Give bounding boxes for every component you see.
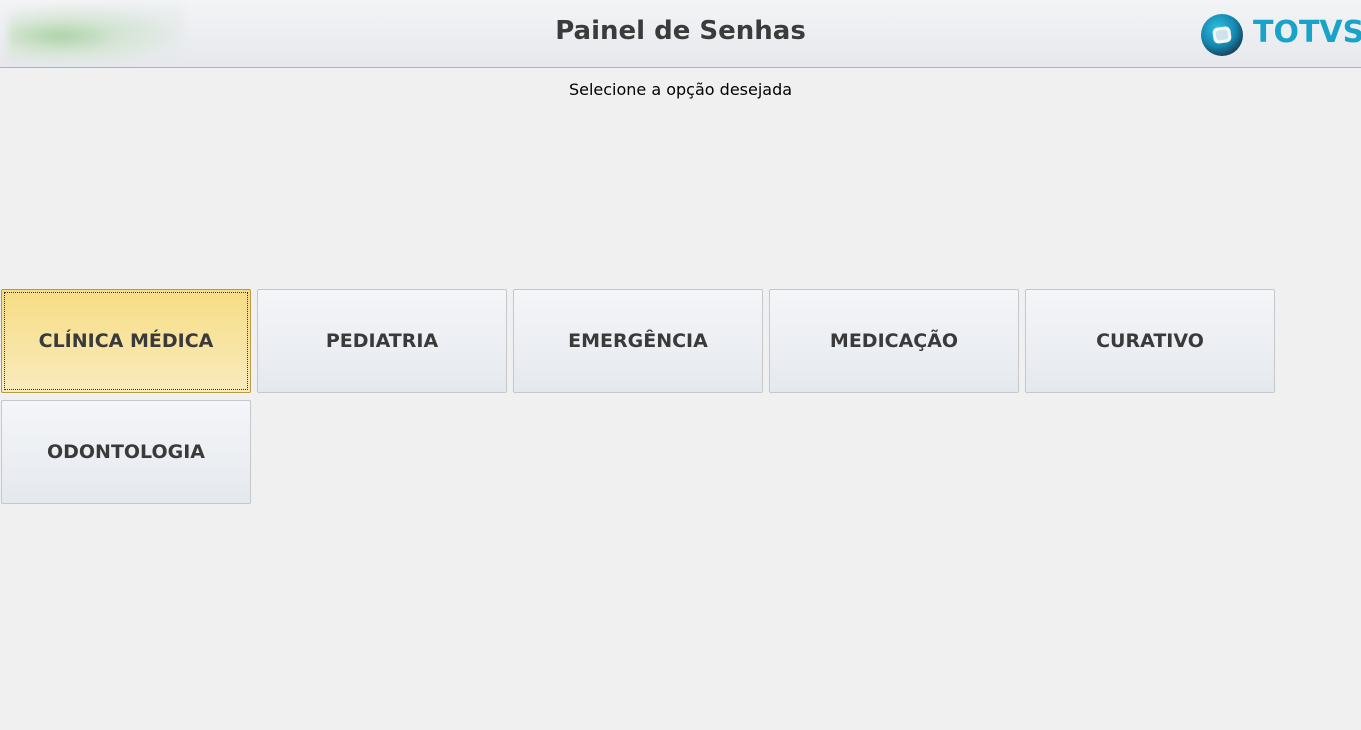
page-title: Painel de Senhas [555, 16, 806, 46]
totvs-logo-icon [1201, 14, 1243, 56]
option-emergencia-button[interactable]: EMERGÊNCIA [513, 289, 763, 393]
brand-name: TOTVS [1253, 15, 1361, 50]
brand-logo: TOTVS [1200, 12, 1361, 58]
option-pediatria-button[interactable]: PEDIATRIA [257, 289, 507, 393]
option-clinica-medica-button[interactable]: CLÍNICA MÉDICA [1, 289, 251, 393]
header-bar: Painel de Senhas TOTVS [0, 0, 1361, 68]
option-curativo-button[interactable]: CURATIVO [1025, 289, 1275, 393]
option-medicacao-button[interactable]: MEDICAÇÃO [769, 289, 1019, 393]
option-odontologia-button[interactable]: ODONTOLOGIA [1, 400, 251, 504]
instruction-text: Selecione a opção desejada [568, 80, 793, 99]
